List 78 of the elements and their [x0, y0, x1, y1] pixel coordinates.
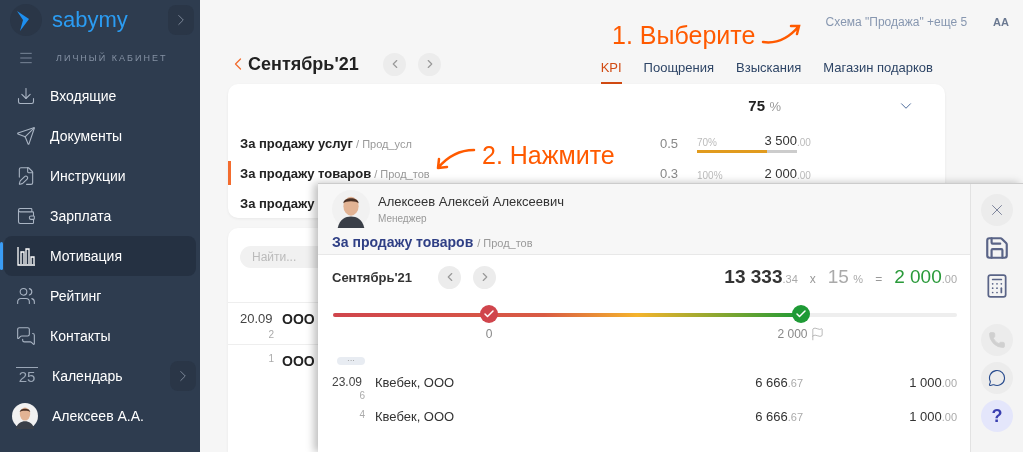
font-size-button[interactable]: AA [993, 16, 1009, 28]
result-amount: 2 000.00 [894, 266, 957, 288]
logo-icon [10, 4, 42, 36]
nav-item[interactable]: Зарплата [4, 196, 196, 236]
chat-button[interactable] [981, 362, 1013, 394]
row-bonus: 1 000.00 [909, 375, 957, 390]
section-label: ЛИЧНЫЙ КАБИНЕТ [56, 53, 168, 63]
row-name[interactable]: ООО [282, 311, 315, 327]
speech-bubble-icon [988, 369, 1006, 387]
base-amount: 13 333.34 [724, 266, 798, 288]
selection-bar [0, 242, 3, 270]
rate: 15 % [827, 266, 864, 288]
annotation-text: 2. Нажмите [482, 140, 615, 170]
equals-sign: = [875, 272, 883, 286]
chat-bubbles-icon [16, 326, 36, 346]
kpi-amount: 3 500 [764, 133, 797, 148]
row-count: 4 [359, 409, 366, 422]
wallet-icon [16, 206, 36, 226]
row-bonus: 1 000.00 [909, 409, 957, 424]
panel-title: За продажу товаров / Прод_тов [332, 234, 534, 250]
users-icon [16, 286, 36, 306]
calendar-day: 25 [16, 366, 38, 386]
period-title: Сентябрь'21 [248, 53, 360, 75]
person-avatar [332, 190, 370, 228]
kpi-name[interactable]: За продажу услуг / Прод_усл [240, 135, 412, 151]
kpi-weight: 0.3 [660, 165, 680, 181]
row-count: 1 [268, 353, 275, 366]
nav-item[interactable]: Документы [4, 116, 196, 156]
next-button[interactable] [473, 265, 496, 289]
nav-item[interactable]: Входящие [4, 76, 196, 116]
multiply-sign: x [809, 272, 816, 286]
nav-item[interactable]: Инструкции [4, 156, 196, 196]
person-name: Алексеев Алексей Алексеевич [378, 194, 564, 209]
user-name[interactable]: Алексеев А.А. [52, 408, 144, 424]
download-icon [16, 86, 36, 106]
kpi-total: 75 % [748, 97, 781, 115]
kpi-cents: .00 [797, 137, 812, 148]
calculator-icon [984, 273, 1010, 299]
row-amount: 6 666.67 [755, 409, 803, 424]
menu-icon[interactable] [18, 50, 34, 66]
panel-period: Сентябрь'21 [332, 269, 413, 285]
expand-button[interactable] [168, 5, 194, 35]
selection-bar [228, 161, 231, 185]
row-count: 2 [268, 329, 275, 340]
user-avatar [12, 403, 38, 429]
kpi-amount: 2 000 [764, 165, 797, 181]
nav-item[interactable]: Контакты [4, 316, 196, 356]
document-edit-icon [16, 166, 36, 186]
flag-icon [810, 327, 825, 341]
row-name[interactable]: ООО [282, 353, 315, 369]
milestone-label: 2 000 [777, 327, 808, 341]
nav-item[interactable]: 25 Календарь [4, 356, 196, 396]
milestone-label: 0 [485, 327, 493, 341]
send-icon [16, 126, 36, 146]
bar-chart-icon [16, 246, 36, 266]
close-button[interactable] [981, 194, 1013, 226]
row-count: 6 [359, 390, 366, 401]
expand-button[interactable] [170, 361, 196, 391]
kpi-percent: 100% [697, 169, 723, 181]
tab[interactable]: Магазин подарков [823, 44, 933, 84]
kpi-name[interactable]: За продажу [240, 195, 315, 211]
kpi-weight: 0.5 [660, 135, 680, 151]
kpi-name[interactable]: За продажу товаров / Прод_тов [240, 165, 430, 181]
row-date: 23.09 [332, 375, 364, 390]
row-date: 20.09 [240, 311, 274, 327]
kpi-cents: .00 [797, 169, 812, 181]
logo-text: sabymy [52, 7, 129, 33]
phone-icon [988, 331, 1006, 349]
help-button[interactable]: ? [981, 400, 1013, 432]
previous-button[interactable] [438, 265, 461, 289]
person-role: Менеджер [378, 213, 428, 224]
next-button[interactable] [418, 52, 441, 76]
row-name: Квебек, ООО [375, 375, 456, 390]
previous-button[interactable] [383, 52, 406, 76]
row-amount: 6 666.67 [755, 375, 803, 390]
row-name: Квебек, ООО [375, 409, 456, 424]
kpi-percent: 70% [697, 137, 717, 148]
nav-item[interactable]: Рейтинг [4, 276, 196, 316]
